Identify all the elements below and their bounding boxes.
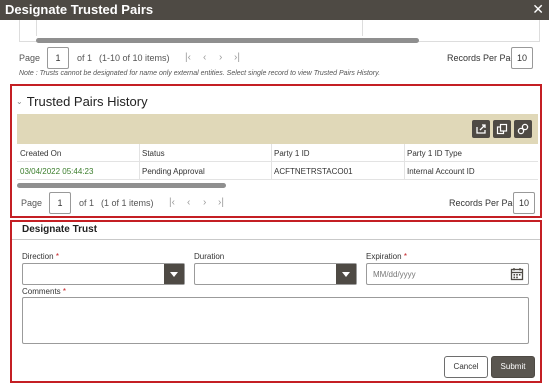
link-icon[interactable] [514,120,532,138]
first-page-icon[interactable]: |‹ [185,52,191,63]
table-row[interactable]: 03/04/2022 05:44:23 Pending Approval ACF… [17,162,538,180]
duration-label: Duration [194,252,225,261]
next-page-icon[interactable]: › [219,52,222,63]
section-divider [12,239,540,240]
history-title: Trusted Pairs History [26,94,148,109]
comments-label-text: Comments [22,287,61,296]
records-per-page-input[interactable]: 10 [513,192,535,214]
page-of-label: of 1 [77,53,93,63]
copy-icon[interactable] [493,120,511,138]
direction-label: Direction * [22,252,59,261]
column-header[interactable]: Created On [20,149,61,158]
submit-button[interactable]: Submit [491,356,535,378]
column-divider [139,144,140,180]
party1-id-type-cell: Internal Account ID [407,167,475,176]
designate-trust-title: Designate Trust [22,224,98,235]
page-number-input[interactable]: 1 [47,47,69,69]
page-number-input[interactable]: 1 [49,192,71,214]
column-divider [404,144,405,180]
chevron-down-icon[interactable] [336,264,356,284]
expiration-placeholder: MM/dd/yyyy [373,270,416,279]
records-per-page-input[interactable]: 10 [511,47,533,69]
dialog-title: Designate Trusted Pairs [5,2,154,17]
column-divider [271,144,272,180]
page-of-label: of 1 [79,198,95,208]
comments-label: Comments * [22,287,66,296]
last-page-icon[interactable]: ›| [218,197,224,208]
last-page-icon[interactable]: ›| [234,52,240,63]
records-per-page-label: Records Per Page [447,53,521,63]
direction-select[interactable] [22,263,185,285]
export-icon[interactable] [472,120,490,138]
table-column-divider [36,20,37,36]
pairs-pager: Page 1 of 1 (1-10 of 10 items) |‹ ‹ › ›|… [0,47,549,71]
designation-note: Note : Trusts cannot be designated for n… [19,70,381,77]
history-header: ⌄ Trusted Pairs History [16,94,148,109]
items-range-label: (1-10 of 10 items) [99,53,170,63]
table-column-divider [362,20,363,36]
party1-id-cell: ACFTNETRSTACO01 [274,167,353,176]
page-label: Page [21,198,43,208]
grid-header-row: Created On Status Party 1 ID Party 1 ID … [17,144,538,162]
prev-page-icon[interactable]: ‹ [187,197,190,208]
chevron-down-icon[interactable] [164,264,184,284]
required-marker: * [62,287,67,296]
expiration-label-text: Expiration [366,252,402,261]
chevron-down-icon[interactable]: ⌄ [16,97,23,106]
required-marker: * [55,252,59,261]
expiration-label: Expiration * [366,252,407,261]
cancel-button[interactable]: Cancel [444,356,488,378]
column-header[interactable]: Status [142,149,165,158]
history-toolbar [17,114,538,144]
pairs-table-scrollbar[interactable] [36,38,419,43]
next-page-icon[interactable]: › [203,197,206,208]
column-header[interactable]: Party 1 ID [274,149,310,158]
history-pager: Page 1 of 1 (1 of 1 items) |‹ ‹ › ›| Rec… [2,192,549,216]
page-label: Page [19,53,41,63]
direction-label-text: Direction [22,252,54,261]
duration-select[interactable] [194,263,357,285]
expiration-date-input[interactable]: MM/dd/yyyy [366,263,529,285]
records-per-page-label: Records Per Page [449,198,523,208]
prev-page-icon[interactable]: ‹ [203,52,206,63]
items-range-label: (1 of 1 items) [101,198,154,208]
required-marker: * [403,252,407,261]
status-cell: Pending Approval [142,167,205,176]
designate-trust-panel: Designate Trust Direction * Duration Exp… [10,220,542,383]
first-page-icon[interactable]: |‹ [169,197,175,208]
created-on-cell: 03/04/2022 05:44:23 [20,167,94,176]
calendar-icon[interactable] [510,267,524,283]
history-grid-scrollbar[interactable] [17,183,226,188]
trusted-pairs-history-panel: ⌄ Trusted Pairs History Created On Status… [10,84,542,218]
dialog-titlebar: Designate Trusted Pairs ✕ [0,0,549,20]
column-header[interactable]: Party 1 ID Type [407,149,462,158]
close-icon[interactable]: ✕ [532,1,544,18]
comments-textarea[interactable] [22,297,529,344]
